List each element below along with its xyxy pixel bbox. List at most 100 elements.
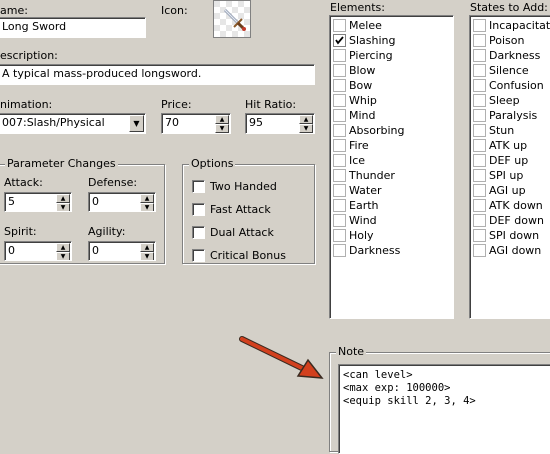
item-label: DEF up xyxy=(489,154,529,167)
checkbox[interactable] xyxy=(333,199,346,212)
item-label: Thunder xyxy=(349,169,395,182)
annotation-arrow-icon xyxy=(239,336,324,379)
item-label: Whip xyxy=(349,94,377,107)
item-label: Blow xyxy=(349,64,376,77)
note-line: <can level> xyxy=(343,369,413,381)
checkbox[interactable] xyxy=(473,244,486,257)
checkbox[interactable] xyxy=(473,199,486,212)
spin-down-icon[interactable]: ▼ xyxy=(140,203,154,211)
hit-ratio-label: Hit Ratio: xyxy=(245,98,297,111)
states-list[interactable]: Incapacitat Poison Darkness Silence Confusio… xyxy=(469,15,550,319)
checkbox[interactable] xyxy=(333,184,346,197)
checkbox[interactable] xyxy=(473,109,486,122)
item-label: Darkness xyxy=(349,244,401,257)
checkbox[interactable] xyxy=(473,19,486,32)
checkbox[interactable] xyxy=(473,49,486,62)
checkbox[interactable] xyxy=(333,139,346,152)
price-label: Price: xyxy=(161,98,192,111)
checkbox[interactable] xyxy=(333,64,346,77)
spin-up-icon[interactable]: ▲ xyxy=(140,194,154,203)
item-label: Poison xyxy=(489,34,525,47)
animation-value: 007:Slash/Physical xyxy=(2,116,105,129)
defense-stepper[interactable]: 0 ▲ ▼ xyxy=(88,192,156,212)
checkbox[interactable] xyxy=(333,154,346,167)
checkbox[interactable] xyxy=(473,64,486,77)
elements-list[interactable]: Melee Slashing Piercing Blow Bow Whip Mind Abso… xyxy=(329,15,454,319)
option-dual-attack[interactable]: Dual Attack xyxy=(192,225,310,241)
checkbox[interactable] xyxy=(333,214,346,227)
description-label: escription: xyxy=(0,49,58,62)
description-field[interactable]: A typical mass-produced longsword. xyxy=(0,64,315,85)
name-label: ame: xyxy=(0,4,28,17)
spirit-stepper[interactable]: 0 ▲ ▼ xyxy=(4,241,72,261)
agility-stepper[interactable]: 0 ▲ ▼ xyxy=(88,241,156,261)
item-label: Paralysis xyxy=(489,109,538,122)
price-stepper[interactable]: 70 ▲ ▼ xyxy=(161,113,231,134)
spin-down-icon[interactable]: ▼ xyxy=(56,203,70,211)
checkbox[interactable] xyxy=(192,249,205,262)
spin-up-icon[interactable]: ▲ xyxy=(299,115,313,124)
checkbox[interactable] xyxy=(473,94,486,107)
item-label: SPI down xyxy=(489,229,540,242)
checkbox[interactable] xyxy=(333,49,346,62)
checkbox[interactable] xyxy=(333,109,346,122)
spin-up-icon[interactable]: ▲ xyxy=(56,243,70,252)
item-label: Holy xyxy=(349,229,374,242)
defense-value: 0 xyxy=(92,195,99,208)
checkbox[interactable] xyxy=(333,229,346,242)
item-label: Sleep xyxy=(489,94,520,107)
spin-down-icon[interactable]: ▼ xyxy=(56,252,70,260)
attack-stepper[interactable]: 5 ▲ ▼ xyxy=(4,192,72,212)
icon-label: Icon: xyxy=(161,4,188,17)
price-value: 70 xyxy=(165,116,179,129)
checkbox[interactable] xyxy=(333,94,346,107)
item-label: Darkness xyxy=(489,49,541,62)
checkbox[interactable] xyxy=(333,169,346,182)
spin-down-icon[interactable]: ▼ xyxy=(299,124,313,133)
agility-label: Agility: xyxy=(88,225,126,238)
checkbox[interactable] xyxy=(473,214,486,227)
spin-down-icon[interactable]: ▼ xyxy=(140,252,154,260)
option-two-handed[interactable]: Two Handed xyxy=(192,179,310,195)
hit-ratio-stepper[interactable]: 95 ▲ ▼ xyxy=(245,113,315,134)
name-field[interactable]: Long Sword xyxy=(0,17,146,38)
animation-dropdown[interactable]: 007:Slash/Physical ▼ xyxy=(0,113,146,134)
note-title: Note xyxy=(336,345,367,358)
checkbox[interactable] xyxy=(192,180,205,193)
states-label: States to Add: xyxy=(470,1,548,14)
checkbox[interactable] xyxy=(473,229,486,242)
item-label: Silence xyxy=(489,64,529,77)
checkbox[interactable] xyxy=(192,203,205,216)
checkbox[interactable] xyxy=(333,124,346,137)
spirit-value: 0 xyxy=(8,244,15,257)
option-fast-attack[interactable]: Fast Attack xyxy=(192,202,310,218)
option-label: Two Handed xyxy=(210,180,277,193)
checkbox[interactable] xyxy=(333,19,346,32)
checkbox[interactable] xyxy=(473,169,486,182)
checkbox[interactable] xyxy=(473,34,486,47)
checkbox[interactable] xyxy=(473,79,486,92)
option-label: Critical Bonus xyxy=(210,249,286,262)
checkbox[interactable] xyxy=(473,154,486,167)
checkbox[interactable] xyxy=(192,226,205,239)
checkbox[interactable] xyxy=(473,184,486,197)
checkbox[interactable] xyxy=(333,79,346,92)
spin-up-icon[interactable]: ▲ xyxy=(140,243,154,252)
checkbox[interactable] xyxy=(333,244,346,257)
item-label: ATK down xyxy=(489,199,543,212)
attack-value: 5 xyxy=(8,195,15,208)
item-label: Stun xyxy=(489,124,515,137)
icon-picker[interactable] xyxy=(213,0,251,38)
spin-up-icon[interactable]: ▲ xyxy=(56,194,70,203)
spin-up-icon[interactable]: ▲ xyxy=(215,115,229,124)
checkbox[interactable] xyxy=(473,139,486,152)
item-label: Slashing xyxy=(349,34,396,47)
option-label: Fast Attack xyxy=(210,203,271,216)
option-critical-bonus[interactable]: Critical Bonus xyxy=(192,248,310,264)
item-label: SPI up xyxy=(489,169,524,182)
item-label: Earth xyxy=(349,199,379,212)
checkbox[interactable] xyxy=(473,124,486,137)
checkmark-icon[interactable] xyxy=(333,34,346,47)
spin-down-icon[interactable]: ▼ xyxy=(215,124,229,133)
chevron-down-icon[interactable]: ▼ xyxy=(129,115,144,132)
